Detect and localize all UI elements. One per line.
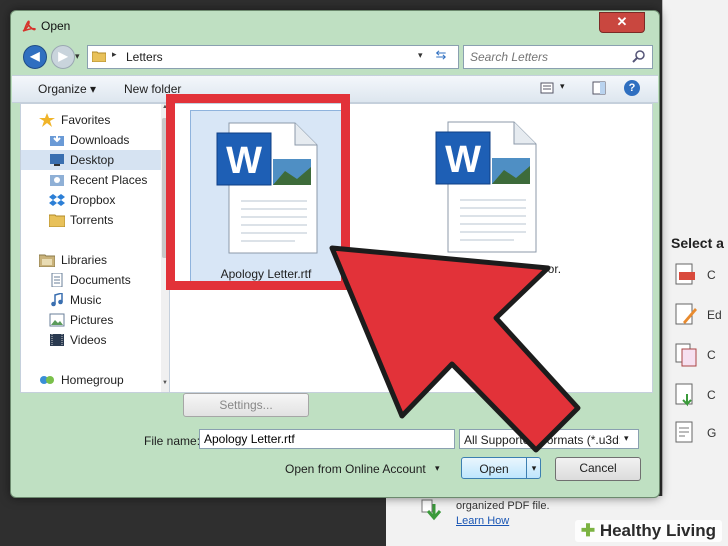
sidebar-item-label: Homegroup [61, 373, 124, 387]
download-arrow-icon [421, 499, 442, 521]
convert-pdf-icon[interactable] [673, 382, 699, 408]
file-name-extension: docx [473, 276, 499, 290]
chevron-down-icon[interactable]: ▾ [624, 433, 629, 444]
title-bar[interactable]: Open ✕ [11, 11, 659, 41]
address-bar[interactable]: ▸ Letters ▾ [87, 45, 459, 69]
sidebar-item-favorites[interactable]: Favorites [21, 110, 161, 130]
file-item-apology-letter-to-professor[interactable]: W Apology-Letter-to-Professor. docx [410, 110, 561, 290]
open-options-dropdown-icon[interactable]: ▾ [526, 458, 541, 478]
folder-icon [92, 51, 106, 62]
search-icon[interactable] [632, 49, 646, 63]
promo-description: organized PDF file. [456, 500, 550, 512]
tools-item-4[interactable]: C [707, 388, 716, 402]
downloads-icon [50, 133, 64, 146]
tools-pane-title: Select a [671, 235, 724, 251]
star-icon [39, 113, 55, 127]
sidebar-item-label: Pictures [70, 313, 114, 327]
recent-places-icon [50, 175, 64, 186]
sidebar-item-recent-places[interactable]: Recent Places [21, 170, 161, 190]
preview-pane-icon[interactable] [592, 81, 606, 95]
sidebar-item-torrents[interactable]: Torrents [21, 210, 161, 230]
sidebar-item-label: Dropbox [70, 193, 116, 207]
sidebar-item-label: Music [70, 293, 102, 307]
change-view-icon[interactable] [540, 82, 554, 94]
window-title: Open [41, 19, 71, 33]
documents-icon [51, 273, 63, 287]
get-pdf-icon[interactable] [673, 420, 699, 446]
sidebar-item-label: Libraries [61, 253, 108, 267]
folder-icon [49, 214, 65, 227]
tools-item-5[interactable]: G [707, 426, 716, 440]
file-name-label: File name: [144, 434, 201, 448]
tools-item-1[interactable]: C [707, 268, 716, 282]
create-pdf-icon[interactable] [673, 262, 699, 288]
sidebar-item-videos[interactable]: Videos [21, 330, 161, 350]
sidebar-item-label: Recent Places [70, 173, 148, 187]
healthy-living-watermark: ✚ Healthy Living [574, 520, 722, 542]
file-name-input[interactable] [199, 429, 455, 449]
file-type-select[interactable]: All Supported Formats (*.u3d;*. ▾ [459, 429, 639, 449]
sidebar-item-label: Documents [70, 273, 131, 287]
file-type-value: All Supported Formats (*.u3d;*. [464, 433, 620, 447]
libraries-icon [39, 254, 55, 267]
music-icon [51, 293, 63, 307]
back-button[interactable]: ◀ [23, 45, 47, 69]
videos-icon [50, 334, 64, 346]
svg-text:W: W [445, 139, 481, 181]
combine-pdf-icon[interactable] [673, 342, 699, 368]
close-button[interactable]: ✕ [599, 12, 645, 33]
sidebar-item-label: Downloads [70, 133, 130, 147]
watermark-text: Healthy Living [599, 521, 716, 540]
sidebar-item-label: Torrents [70, 213, 114, 227]
sidebar-item-downloads[interactable]: Downloads [21, 130, 161, 150]
navigation-pane: Favorites Downloads Desktop Recent Place… [20, 103, 170, 393]
adobe-tools-pane: Select a C Ed C C G [662, 0, 728, 546]
dropbox-icon [49, 194, 65, 206]
file-name: Apology-Letter-to-Professor. [410, 262, 562, 276]
homegroup-icon [40, 376, 54, 384]
word-document-icon: W [435, 121, 537, 253]
help-button[interactable]: ? [624, 80, 640, 96]
breadcrumb-separator-icon[interactable]: ▸ [112, 49, 117, 60]
open-from-online-account-button[interactable]: Open from Online Account [285, 462, 426, 476]
sidebar-item-label: Desktop [70, 153, 115, 167]
recent-locations-chevron-icon[interactable]: ▾ [75, 51, 80, 62]
breadcrumb-letters[interactable]: Letters [126, 50, 163, 64]
learn-how-link[interactable]: Learn How [456, 515, 509, 527]
sidebar-item-desktop[interactable]: Desktop [21, 150, 161, 170]
sidebar-item-documents[interactable]: Documents [21, 270, 161, 290]
forward-button[interactable]: ▶ [51, 45, 75, 69]
sidebar-item-dropbox[interactable]: Dropbox [21, 190, 161, 210]
sidebar-item-label: Videos [70, 333, 107, 347]
selection-highlight-frame [166, 94, 350, 290]
sidebar-item-homegroup[interactable]: Homegroup [21, 370, 161, 390]
search-box[interactable] [463, 45, 653, 69]
sidebar-item-libraries[interactable]: Libraries [21, 250, 161, 270]
open-button[interactable]: Open ▾ [461, 457, 541, 479]
address-dropdown-icon[interactable]: ▾ [418, 50, 423, 61]
refresh-button[interactable]: ⇆ [430, 47, 452, 65]
acrobat-logo-icon [22, 20, 36, 32]
tools-item-3[interactable]: C [707, 348, 716, 362]
cancel-button[interactable]: Cancel [555, 457, 641, 481]
settings-button[interactable]: Settings... [183, 393, 309, 417]
sidebar-item-pictures[interactable]: Pictures [21, 310, 161, 330]
sidebar-item-label: Favorites [61, 113, 111, 127]
desktop-icon [50, 154, 64, 166]
tools-item-2[interactable]: Ed [707, 308, 722, 322]
scroll-down-icon[interactable]: ▼ [162, 380, 168, 386]
chevron-down-icon[interactable]: ▾ [435, 463, 440, 474]
search-input[interactable] [468, 48, 622, 66]
open-button-label: Open [479, 462, 509, 476]
sidebar-item-music[interactable]: Music [21, 290, 161, 310]
leaf-logo-icon: ✚ [580, 521, 596, 540]
edit-pdf-icon[interactable] [673, 302, 699, 328]
organize-button[interactable]: Organize ▾ [38, 82, 96, 96]
pictures-icon [49, 313, 65, 327]
view-options-dropdown-icon[interactable]: ▾ [560, 81, 565, 92]
